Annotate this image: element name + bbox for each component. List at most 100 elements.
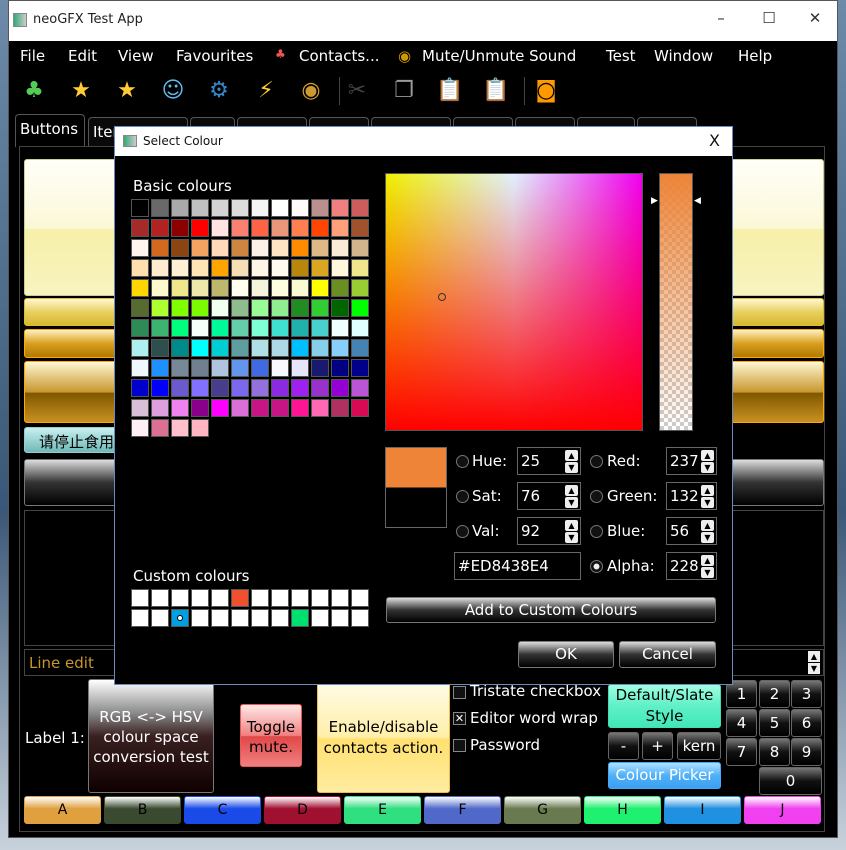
numpad-9[interactable]: 9 — [791, 738, 822, 766]
custom-colour-swatch[interactable] — [331, 589, 349, 607]
letter-button-g[interactable]: G — [504, 796, 581, 824]
custom-colour-swatch[interactable] — [211, 589, 229, 607]
numpad-2[interactable]: 2 — [759, 680, 790, 708]
numpad-6[interactable]: 6 — [791, 709, 822, 737]
custom-colour-swatch[interactable] — [171, 589, 189, 607]
basic-colour-swatch[interactable] — [131, 239, 149, 257]
find-contact-icon[interactable]: ☺ — [158, 75, 188, 107]
custom-colour-swatch[interactable] — [171, 609, 189, 627]
basic-colour-swatch[interactable] — [151, 399, 169, 417]
paste-icon[interactable]: 📋 — [435, 75, 465, 107]
basic-colour-swatch[interactable] — [231, 359, 249, 377]
custom-colour-swatch[interactable] — [211, 609, 229, 627]
basic-colour-swatch[interactable] — [131, 199, 149, 217]
basic-colour-swatch[interactable] — [271, 339, 289, 357]
custom-colour-swatch[interactable] — [291, 589, 309, 607]
basic-colour-swatch[interactable] — [251, 279, 269, 297]
basic-colour-swatch[interactable] — [131, 219, 149, 237]
basic-colour-swatch[interactable] — [211, 379, 229, 397]
basic-colour-swatch[interactable] — [131, 279, 149, 297]
letter-button-j[interactable]: J — [744, 796, 821, 824]
menu-help[interactable]: Help — [738, 47, 772, 65]
basic-colour-swatch[interactable] — [271, 239, 289, 257]
basic-colour-swatch[interactable] — [271, 199, 289, 217]
basic-colour-swatch[interactable] — [311, 239, 329, 257]
cut-icon[interactable]: ✂ — [342, 75, 372, 107]
basic-colour-swatch[interactable] — [331, 219, 349, 237]
password-checkbox[interactable] — [453, 739, 466, 752]
basic-colour-swatch[interactable] — [291, 379, 309, 397]
close-button[interactable]: ✕ — [795, 9, 835, 31]
custom-colour-swatch[interactable] — [271, 589, 289, 607]
letter-button-d[interactable]: D — [264, 796, 341, 824]
basic-colour-swatch[interactable] — [211, 199, 229, 217]
basic-colour-swatch[interactable] — [251, 299, 269, 317]
basic-colour-swatch[interactable] — [171, 239, 189, 257]
copy-icon[interactable]: ❐ — [389, 75, 419, 107]
contacts-icon[interactable]: ♣ — [19, 75, 49, 107]
basic-colour-swatch[interactable] — [351, 219, 369, 237]
settings-icon[interactable]: ⚙ — [204, 75, 234, 107]
basic-colour-swatch[interactable] — [231, 319, 249, 337]
sat-spinbox[interactable]: 76 ▲ ▼ — [517, 482, 581, 510]
basic-colour-swatch[interactable] — [311, 319, 329, 337]
val-spinbox[interactable]: 92 ▲ ▼ — [517, 517, 581, 545]
basic-colour-swatch[interactable] — [131, 399, 149, 417]
basic-colour-swatch[interactable] — [251, 199, 269, 217]
basic-colour-swatch[interactable] — [351, 359, 369, 377]
custom-colour-swatch[interactable] — [271, 609, 289, 627]
basic-colour-swatch[interactable] — [331, 399, 349, 417]
word-wrap-checkbox[interactable]: ✕ — [453, 712, 466, 725]
basic-colour-swatch[interactable] — [151, 239, 169, 257]
numpad-5[interactable]: 5 — [759, 709, 790, 737]
basic-colour-swatch[interactable] — [171, 359, 189, 377]
basic-colour-swatch[interactable] — [291, 359, 309, 377]
basic-colour-swatch[interactable] — [271, 399, 289, 417]
basic-colour-swatch[interactable] — [331, 239, 349, 257]
blue-spinbox[interactable]: 56 ▲ ▼ — [666, 517, 717, 545]
basic-colour-swatch[interactable] — [171, 399, 189, 417]
sound-icon[interactable]: ◉ — [296, 75, 326, 107]
basic-colour-swatch[interactable] — [291, 279, 309, 297]
media-icon[interactable]: ◙ — [531, 75, 561, 107]
basic-colour-swatch[interactable] — [311, 359, 329, 377]
numpad-8[interactable]: 8 — [759, 738, 790, 766]
add-favourite-icon[interactable]: ★ — [66, 75, 96, 107]
basic-colour-swatch[interactable] — [351, 379, 369, 397]
basic-colour-swatch[interactable] — [191, 319, 209, 337]
basic-colour-swatch[interactable] — [351, 239, 369, 257]
maximize-button[interactable]: ☐ — [749, 9, 789, 31]
letter-button-e[interactable]: E — [344, 796, 421, 824]
basic-colour-swatch[interactable] — [131, 319, 149, 337]
basic-colour-swatch[interactable] — [331, 279, 349, 297]
slider-left-arrow-icon[interactable]: ▶ — [651, 196, 658, 206]
basic-colour-swatch[interactable] — [151, 339, 169, 357]
menu-view[interactable]: View — [118, 47, 154, 65]
custom-colour-swatch[interactable] — [151, 589, 169, 607]
basic-colour-swatch[interactable] — [151, 359, 169, 377]
basic-colour-swatch[interactable] — [291, 399, 309, 417]
basic-colour-swatch[interactable] — [231, 239, 249, 257]
basic-colour-swatch[interactable] — [231, 399, 249, 417]
alpha-radio-selected[interactable] — [590, 560, 603, 573]
basic-colour-swatch[interactable] — [191, 259, 209, 277]
basic-colour-swatch[interactable] — [231, 199, 249, 217]
basic-colour-swatch[interactable] — [231, 259, 249, 277]
basic-colour-swatch[interactable] — [151, 279, 169, 297]
menu-edit[interactable]: Edit — [68, 47, 97, 65]
basic-colour-swatch[interactable] — [211, 239, 229, 257]
basic-colour-swatch[interactable] — [291, 199, 309, 217]
basic-colour-swatch[interactable] — [171, 219, 189, 237]
basic-colour-swatch[interactable] — [311, 339, 329, 357]
green-spinbox[interactable]: 132 ▲ ▼ — [666, 482, 717, 510]
basic-colour-swatch[interactable] — [231, 339, 249, 357]
custom-colour-swatch[interactable] — [151, 609, 169, 627]
letter-button-c[interactable]: C — [184, 796, 261, 824]
basic-colour-swatch[interactable] — [331, 359, 349, 377]
basic-colour-swatch[interactable] — [211, 279, 229, 297]
spin-up-icon[interactable]: ▲ — [808, 651, 820, 662]
basic-colour-swatch[interactable] — [171, 319, 189, 337]
basic-colour-swatch[interactable] — [291, 339, 309, 357]
letter-button-f[interactable]: F — [424, 796, 501, 824]
numpad-4[interactable]: 4 — [726, 709, 757, 737]
